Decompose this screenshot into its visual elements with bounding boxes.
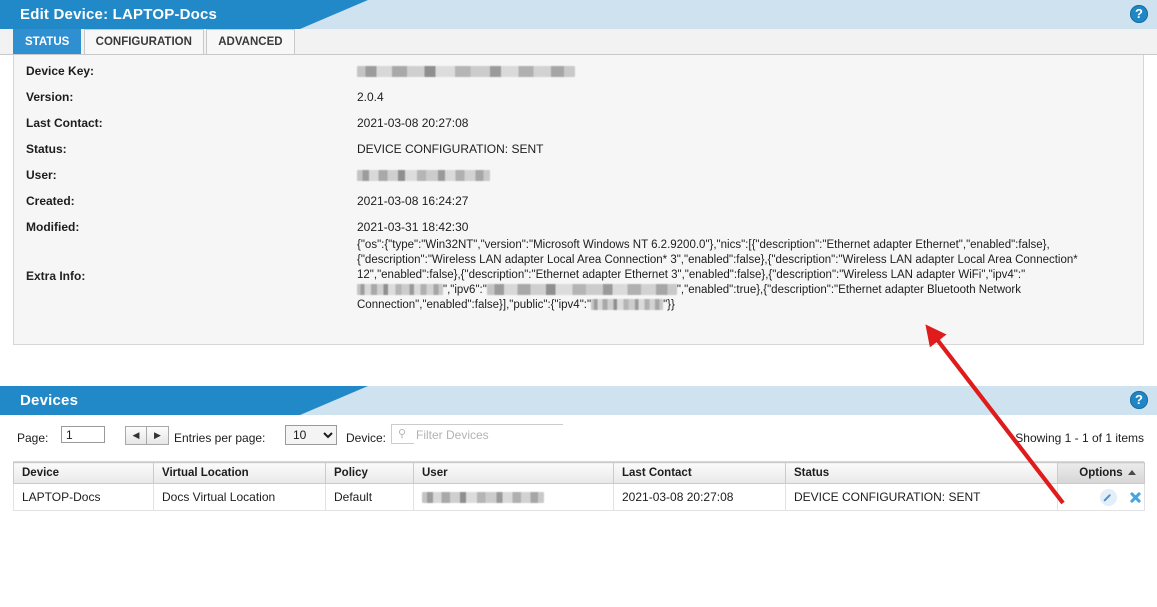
prev-page-button[interactable]: ◀ [125,426,147,445]
devices-title: Devices [20,392,79,409]
next-page-button[interactable]: ▶ [147,426,169,445]
tab-status[interactable]: STATUS [13,29,82,54]
page-input[interactable] [61,426,105,443]
field-label: Modified: [26,220,80,234]
column-header-policy[interactable]: Policy [325,462,414,484]
redacted-block [357,170,490,182]
field-label: User: [26,168,57,182]
column-header-device[interactable]: Device [13,462,154,484]
tab-bar: STATUS CONFIGURATION ADVANCED [0,29,1157,55]
tab-advanced[interactable]: ADVANCED [206,29,295,54]
sort-ascending-icon [1128,470,1136,475]
column-header-last-contact[interactable]: Last Contact [613,462,786,484]
field-value-redacted [357,64,575,78]
field-label: Last Contact: [26,116,103,130]
edit-pencil-icon[interactable] [1099,488,1117,506]
edit-device-panel: Edit Device: LAPTOP-Docs ? STATUS CONFIG… [0,0,1157,345]
field-value: 2.0.4 [357,90,384,104]
cell-status: DEVICE CONFIGURATION: SENT [785,483,1058,511]
page-title: Edit Device: LAPTOP-Docs [20,6,218,23]
field-label: Version: [26,90,74,104]
field-value: 2021-03-31 18:42:30 [357,220,469,234]
page-label: Page: [17,431,49,445]
field-value: 2021-03-08 16:24:27 [357,194,469,208]
extra-info-part-2: ","ipv6":" [443,284,487,296]
banner-triangle [300,0,368,29]
extra-info-part-1: {"os":{"type":"Win32NT","version":"Micro… [357,239,1078,281]
field-value-redacted [357,168,490,182]
field-label-extra-info: Extra Info: [26,269,86,283]
extra-info-part-4: "}} [663,299,675,311]
cell-device: LAPTOP-Docs [13,483,154,511]
devices-banner: Devices ? [0,386,1157,415]
table-row[interactable]: LAPTOP-Docs Docs Virtual Location Defaul… [13,483,1145,511]
device-filter-wrapper: ⚲ [391,424,564,445]
field-label: Status: [26,142,67,156]
filter-devices-input[interactable] [414,425,564,445]
cell-last-contact: 2021-03-08 20:27:08 [613,483,786,511]
tab-configuration[interactable]: CONFIGURATION [83,29,204,54]
cell-policy: Default [325,483,414,511]
redacted-public-ipv4 [591,299,664,311]
page-nav-buttons: ◀ ▶ [125,426,169,445]
column-header-user[interactable]: User [413,462,614,484]
cell-virtual-location: Docs Virtual Location [153,483,326,511]
devices-toolbar: Page: ◀ ▶ Entries per page: 10 Device: ⚲… [13,415,1144,462]
cell-user [413,483,614,511]
showing-count-label: Showing 1 - 1 of 1 items [1015,431,1144,445]
search-icon: ⚲ [398,428,407,440]
cell-options [1057,483,1145,511]
redacted-ipv4 [357,284,443,296]
edit-device-banner: Edit Device: LAPTOP-Docs ? [0,0,1157,29]
devices-body: Page: ◀ ▶ Entries per page: 10 Device: ⚲… [13,415,1145,585]
table-header-row: Device Virtual Location Policy User Last… [13,462,1145,484]
status-tab-panel: Device Key: Version: 2.0.4 Last Contact:… [13,55,1144,345]
help-icon[interactable]: ? [1130,5,1148,23]
redacted-ipv6 [486,284,677,296]
field-label: Device Key: [26,64,95,78]
extra-info-value: {"os":{"type":"Win32NT","version":"Micro… [357,238,1079,313]
field-label: Created: [26,194,75,208]
help-icon[interactable]: ? [1130,391,1148,409]
column-header-status[interactable]: Status [785,462,1058,484]
entries-per-page-label: Entries per page: [174,431,266,445]
field-value: 2021-03-08 20:27:08 [357,116,469,130]
devices-panel: Devices ? Page: ◀ ▶ Entries per page: 10… [0,386,1157,585]
device-filter-label: Device: [346,431,387,445]
redacted-block [422,492,544,504]
field-value: DEVICE CONFIGURATION: SENT [357,142,544,156]
column-header-virtual-location[interactable]: Virtual Location [153,462,326,484]
column-header-options[interactable]: Options [1057,462,1145,484]
entries-per-page-select[interactable]: 10 [285,425,337,445]
devices-table: Device Virtual Location Policy User Last… [13,462,1145,511]
delete-x-icon[interactable] [1127,489,1144,506]
column-header-options-label: Options [1079,467,1123,479]
banner-triangle [300,386,368,415]
redacted-block [357,66,575,78]
